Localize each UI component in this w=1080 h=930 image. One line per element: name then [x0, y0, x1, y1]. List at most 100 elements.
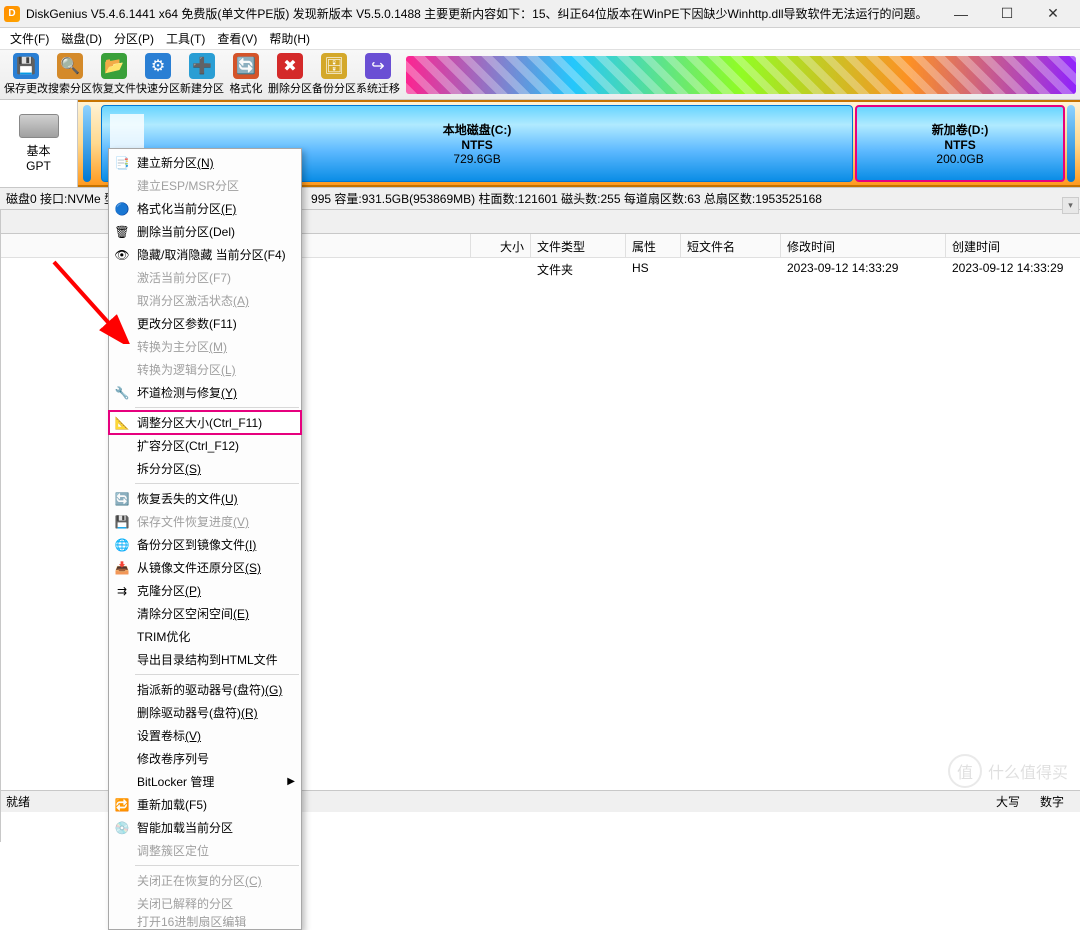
toolbar-备份分区[interactable]: 🗄备份分区 [312, 52, 356, 98]
tree-item-1[interactable]: SYSTEM(0 [0, 228, 1, 244]
watermark: 值 什么值得买 [948, 754, 1068, 788]
tree-item-2[interactable]: MSR(1) [0, 244, 1, 260]
toolbar-新建分区[interactable]: ➕新建分区 [180, 52, 224, 98]
ctx-删除当前分区(Del)[interactable]: 🗑删除当前分区(Del) [109, 220, 301, 243]
ctx-BitLocker 管理[interactable]: BitLocker 管理▶ [109, 770, 301, 793]
col-ctime[interactable]: 创建时间 [946, 234, 1080, 257]
ctx-取消分区激活状态: 取消分区激活状态(A) [109, 289, 301, 312]
scroll-down-button[interactable]: ▾ [1062, 197, 1079, 214]
col-type[interactable]: 文件类型 [531, 234, 626, 257]
menu-item-icon: 💿 [113, 820, 131, 836]
tree-item-8[interactable]: 分区(1) [0, 348, 1, 367]
ctx-转换为逻辑分区: 转换为逻辑分区(L) [109, 358, 301, 381]
ctx-拆分分区[interactable]: 拆分分区(S) [109, 457, 301, 480]
menu-item-icon [113, 843, 131, 859]
close-button[interactable]: ✕ [1030, 0, 1076, 28]
menu-0[interactable]: 文件(F) [4, 30, 55, 47]
ctx-重新加载(F5)[interactable]: 🔁重新加载(F5) [109, 793, 301, 816]
ctx-隐藏/取消隐藏 当前分区(F4)[interactable]: 👁隐藏/取消隐藏 当前分区(F4) [109, 243, 301, 266]
menu-item-icon: 🔧 [113, 385, 131, 401]
menu-item-icon [113, 629, 131, 645]
hdd-icon [19, 114, 59, 138]
ctx-坏道检测与修复[interactable]: 🔧坏道检测与修复(Y) [109, 381, 301, 404]
menu-item-icon [113, 705, 131, 721]
ctx-设置卷标[interactable]: 设置卷标(V) [109, 724, 301, 747]
ctx-调整分区大小(Ctrl_F11)[interactable]: 📐调整分区大小(Ctrl_F11) [109, 411, 301, 434]
toolbar-快速分区[interactable]: ⚙快速分区 [136, 52, 180, 98]
toolbar-icon: ➕ [189, 53, 215, 79]
menu-separator [135, 483, 299, 484]
window-title: DiskGenius V5.4.6.1441 x64 免费版(单文件PE版) 发… [26, 5, 928, 22]
ad-banner[interactable] [406, 56, 1076, 94]
toolbar-删除分区[interactable]: ✖删除分区 [268, 52, 312, 98]
menu-item-icon: 👁 [113, 247, 131, 263]
toolbar-icon: 💾 [13, 53, 39, 79]
tree-item-4[interactable]: +新加卷(D:) [0, 279, 1, 300]
ctx-更改分区参数(F11)[interactable]: 更改分区参数(F11) [109, 312, 301, 335]
toolbar-恢复文件[interactable]: 📂恢复文件 [92, 52, 136, 98]
tree-item-6[interactable]: −RD1:HIKSEM [0, 316, 1, 332]
menu-5[interactable]: 帮助(H) [263, 30, 316, 47]
menu-3[interactable]: 工具(T) [160, 30, 211, 47]
tree-item-7[interactable]: +5800H(0) [0, 332, 1, 348]
toolbar-icon: ↪ [365, 53, 391, 79]
menu-item-icon [113, 728, 131, 744]
ctx-扩容分区(Ctrl_F12)[interactable]: 扩容分区(Ctrl_F12) [109, 434, 301, 457]
toolbar-保存更改[interactable]: 💾保存更改 [4, 52, 48, 98]
col-short[interactable]: 短文件名 [681, 234, 781, 257]
col-mtime[interactable]: 修改时间 [781, 234, 946, 257]
menu-item-icon [113, 293, 131, 309]
ctx-清除分区空闲空间[interactable]: 清除分区空闲空间(E) [109, 602, 301, 625]
submenu-arrow-icon: ▶ [287, 776, 295, 787]
ctx-克隆分区[interactable]: ⇉克隆分区(P) [109, 579, 301, 602]
menu-item-icon: 📥 [113, 560, 131, 576]
partition-d[interactable]: 新加卷(D:) NTFS 200.0GB [855, 105, 1065, 182]
menu-item-icon [113, 774, 131, 790]
ctx-关闭正在恢复的分区: 关闭正在恢复的分区(C) [109, 869, 301, 892]
menu-item-icon: 💾 [113, 514, 131, 530]
col-size[interactable]: 大小 [471, 234, 531, 257]
menu-item-icon [113, 362, 131, 378]
title-bar: D DiskGenius V5.4.6.1441 x64 免费版(单文件PE版)… [0, 0, 1080, 28]
menu-2[interactable]: 分区(P) [108, 30, 160, 47]
toolbar-搜索分区[interactable]: 🔍搜索分区 [48, 52, 92, 98]
partition-context-menu: 📑建立新分区(N)建立ESP/MSR分区🔵格式化当前分区(F)🗑删除当前分区(D… [108, 148, 302, 930]
menu-item-icon: ⇉ [113, 583, 131, 599]
ctx-导出目录结构到HTML文件[interactable]: 导出目录结构到HTML文件 [109, 648, 301, 671]
menu-bar: 文件(F)磁盘(D)分区(P)工具(T)查看(V)帮助(H) [0, 28, 1080, 50]
ctx-备份分区到镜像文件[interactable]: 🌐备份分区到镜像文件(I) [109, 533, 301, 556]
menu-separator [135, 865, 299, 866]
menu-1[interactable]: 磁盘(D) [55, 30, 108, 47]
menu-item-icon: 📑 [113, 155, 131, 171]
windows-logo-icon [110, 114, 144, 148]
toolbar-icon: ⚙ [145, 53, 171, 79]
ctx-关闭已解释的分区: 关闭已解释的分区 [109, 892, 301, 915]
ctx-智能加载当前分区[interactable]: 💿智能加载当前分区 [109, 816, 301, 839]
toolbar-格式化[interactable]: 🔄格式化 [224, 52, 268, 98]
toolbar-系统迁移[interactable]: ↪系统迁移 [356, 52, 400, 98]
ctx-TRIM优化[interactable]: TRIM优化 [109, 625, 301, 648]
ctx-恢复丢失的文件[interactable]: 🔄恢复丢失的文件(U) [109, 487, 301, 510]
menu-4[interactable]: 查看(V) [211, 30, 263, 47]
col-attr[interactable]: 属性 [626, 234, 681, 257]
ctx-从镜像文件还原分区[interactable]: 📥从镜像文件还原分区(S) [109, 556, 301, 579]
ctx-建立ESP/MSR分区: 建立ESP/MSR分区 [109, 174, 301, 197]
maximize-button[interactable]: ☐ [984, 0, 1030, 28]
minimize-button[interactable]: — [938, 0, 984, 28]
ctx-删除驱动器号(盘符)[interactable]: 删除驱动器号(盘符)(R) [109, 701, 301, 724]
toolbar: 💾保存更改🔍搜索分区📂恢复文件⚙快速分区➕新建分区🔄格式化✖删除分区🗄备份分区↪… [0, 50, 1080, 100]
partition-recovery[interactable] [1067, 105, 1075, 182]
ctx-指派新的驱动器号(盘符)[interactable]: 指派新的驱动器号(盘符)(G) [109, 678, 301, 701]
menu-item-icon: 🔄 [113, 491, 131, 507]
ctx-建立新分区[interactable]: 📑建立新分区(N) [109, 151, 301, 174]
ctx-格式化当前分区[interactable]: 🔵格式化当前分区(F) [109, 197, 301, 220]
tree-item-5[interactable]: +Recovery [0, 300, 1, 316]
disk-tree: −HD0:CT1000SYSTEM(0MSR(1)+本地磁盘+新加卷(D:)+R… [0, 210, 1, 842]
ctx-修改卷序列号[interactable]: 修改卷序列号 [109, 747, 301, 770]
tree-item-3[interactable]: +本地磁盘 [0, 260, 1, 279]
toolbar-icon: 🔍 [57, 53, 83, 79]
partition-esp[interactable] [83, 105, 91, 182]
tree-item-0[interactable]: −HD0:CT1000 [0, 212, 1, 228]
tree-item-9[interactable]: +PE(E:) [0, 367, 1, 383]
menu-item-icon [113, 270, 131, 286]
